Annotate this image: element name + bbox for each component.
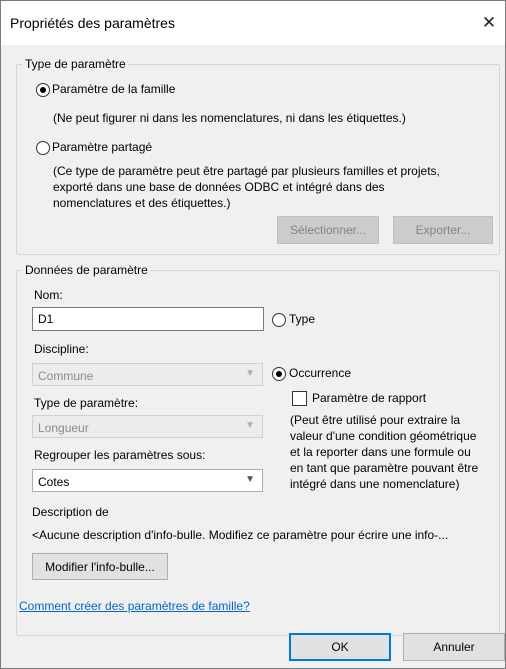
report-param-label[interactable]: Paramètre de rapport (312, 391, 426, 405)
chevron-down-icon: ▼ (245, 420, 255, 431)
report-note-line: en tant que paramètre pouvant être (290, 461, 479, 475)
report-note-line: et la reporter dans une formule ou (290, 445, 471, 459)
group-label: Regrouper les paramètres sous: (34, 448, 206, 462)
family-param-note: (Ne peut figurer ni dans les nomenclatur… (53, 111, 406, 125)
group-select[interactable]: Cotes ▼ (32, 469, 263, 492)
occurrence-radio-label[interactable]: Occurrence (289, 366, 351, 380)
discipline-select[interactable]: Commune ▼ (32, 363, 263, 386)
family-param-label[interactable]: Paramètre de la famille (52, 82, 175, 96)
dialog-body: Type de paramètre Paramètre de la famill… (1, 45, 505, 668)
shared-param-radio[interactable] (36, 141, 50, 155)
param-data-legend: Données de paramètre (25, 263, 148, 277)
discipline-label: Discipline: (34, 342, 89, 356)
type-radio-label[interactable]: Type (289, 312, 315, 326)
discipline-value: Commune (38, 369, 94, 383)
ok-button[interactable]: OK (289, 633, 391, 661)
occurrence-radio[interactable] (272, 367, 286, 381)
param-type-value: Longueur (38, 421, 89, 435)
param-type-label: Type de paramètre: (34, 396, 139, 410)
cancel-button[interactable]: Annuler (403, 633, 505, 661)
export-button[interactable]: Exporter... (393, 216, 493, 244)
name-input[interactable]: D1 (32, 307, 264, 331)
shared-param-note-line: (Ce type de paramètre peut être partagé … (53, 164, 440, 178)
chevron-down-icon: ▼ (245, 368, 255, 379)
help-link[interactable]: Comment créer des paramètres de famille? (19, 599, 250, 613)
title-bar: Propriétés des paramètres ✕ (1, 1, 505, 45)
param-type-select[interactable]: Longueur ▼ (32, 415, 263, 438)
description-label: Description de (32, 505, 109, 519)
report-param-checkbox[interactable] (292, 391, 307, 406)
name-label: Nom: (34, 288, 63, 302)
edit-tooltip-button[interactable]: Modifier l'info-bulle... (32, 553, 168, 580)
report-note-line: (Peut être utilisé pour extraire la (290, 413, 461, 427)
group-value: Cotes (38, 475, 70, 489)
dialog-title: Propriétés des paramètres (10, 15, 175, 31)
close-icon[interactable]: ✕ (477, 11, 501, 35)
report-note-line: intégré dans une nomenclature) (290, 477, 460, 491)
description-text: <Aucune description d'info-bulle. Modifi… (32, 528, 449, 542)
family-param-radio[interactable] (36, 83, 50, 97)
parameter-properties-dialog: Propriétés des paramètres ✕ Type de para… (0, 0, 506, 669)
type-radio[interactable] (272, 313, 286, 327)
shared-param-label[interactable]: Paramètre partagé (52, 140, 152, 154)
shared-param-note-line: nomenclatures et des étiquettes.) (53, 196, 231, 210)
param-type-legend: Type de paramètre (25, 57, 126, 71)
report-note-line: valeur d'une condition géométrique (290, 429, 477, 443)
chevron-down-icon: ▼ (245, 474, 255, 485)
shared-param-note-line: exporté dans une base de données ODBC et… (53, 180, 385, 194)
select-button[interactable]: Sélectionner... (277, 216, 379, 244)
